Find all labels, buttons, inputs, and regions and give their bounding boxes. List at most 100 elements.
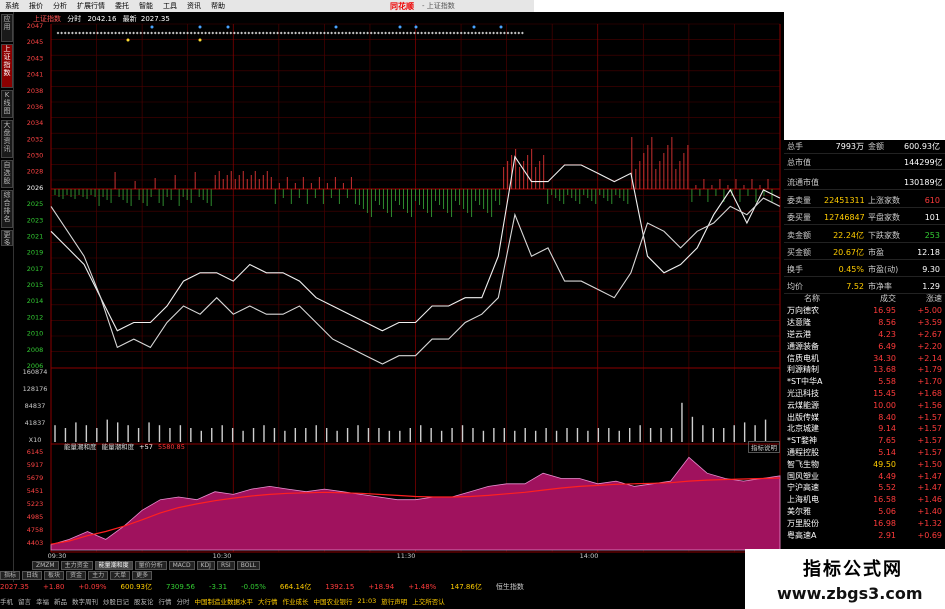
indicator-tab[interactable]: 主力资金 — [60, 561, 93, 570]
energy-tick: 5223 — [27, 500, 44, 508]
left-tab[interactable]: K线图 — [1, 90, 13, 118]
stock-row[interactable]: 万里股份 16.98 +1.32 — [784, 517, 945, 529]
info-k2: 市盈 — [868, 248, 884, 257]
status-item[interactable]: 手机 — [0, 596, 13, 606]
stock-row[interactable]: 云煤能源 10.00 +1.56 — [784, 399, 945, 411]
stock-change: +1.50 — [917, 459, 942, 469]
indicator-tab[interactable]: ZMZM — [32, 561, 59, 570]
stock-name: 上海机电 — [787, 495, 819, 505]
function-tab[interactable]: 更多 — [132, 571, 153, 580]
stock-price: 2.91 — [878, 530, 896, 540]
stock-row[interactable]: *ST中华A 5.58 +1.70 — [784, 376, 945, 388]
status-item: 大行情 — [258, 598, 278, 606]
stock-row[interactable]: 上海机电 16.58 +1.46 — [784, 494, 945, 506]
menu-item[interactable]: 报价 — [24, 1, 48, 11]
indicator-tab[interactable]: 量价分析 — [134, 561, 167, 570]
index-value: +0.09% — [78, 583, 107, 591]
stock-row[interactable]: 通源装备 6.49 +2.20 — [784, 340, 945, 352]
info-v: 0.45% — [838, 265, 864, 274]
col-name[interactable]: 名称 — [784, 293, 850, 304]
info-k2: 市净率 — [868, 282, 892, 291]
stock-row[interactable]: 国风塑业 4.49 +1.47 — [784, 470, 945, 482]
energy-tick: 6145 — [27, 448, 44, 456]
col-speed[interactable]: 涨速 — [896, 293, 942, 304]
index-value: 147.86亿 — [450, 583, 482, 591]
stock-row[interactable]: 智飞生物 49.50 +1.50 — [784, 458, 945, 470]
indicator-help-button[interactable]: 指标说明 — [748, 441, 780, 453]
left-tab[interactable]: 自选股 — [1, 160, 13, 188]
function-tab[interactable]: 日线 — [22, 571, 43, 580]
menu-item[interactable]: 工具 — [158, 1, 182, 11]
function-tab[interactable]: 资金 — [66, 571, 87, 580]
status-item[interactable]: 行情 — [159, 596, 172, 606]
menu-item[interactable]: 分析 — [48, 1, 72, 11]
marker — [126, 38, 130, 42]
status-item[interactable]: 新品 — [54, 596, 67, 606]
stock-row[interactable]: 万向德农 16.95 +5.00 — [784, 305, 945, 317]
stock-change: +1.57 — [917, 412, 942, 422]
stock-name: 美尔雅 — [787, 506, 811, 516]
left-tab[interactable]: 应用 — [1, 14, 13, 42]
status-item[interactable]: 分时 — [177, 596, 190, 606]
stock-row[interactable]: 美尔雅 5.06 +1.40 — [784, 506, 945, 518]
stock-row[interactable]: 粤高速A 2.91 +0.69 — [784, 529, 945, 541]
left-tab[interactable]: 大盘资讯 — [1, 120, 13, 158]
stock-row[interactable]: 达意隆 8.56 +3.59 — [784, 317, 945, 329]
status-item[interactable]: 炒股日记 — [103, 596, 129, 606]
indicator-tabs: ZMZM 主力资金 能量潮和度 量价分析 MACD KDJ RSI BOLL — [32, 561, 261, 570]
y-tick-left: 2041 — [27, 71, 44, 79]
left-tab[interactable]: 更多 — [1, 230, 13, 246]
stock-row[interactable]: 逆云港 4.23 +2.67 — [784, 329, 945, 341]
indicator-tab[interactable]: KDJ — [196, 561, 215, 570]
info-v: 7.52 — [846, 282, 864, 291]
index-value: +18.94 — [368, 583, 395, 591]
function-tab[interactable]: 板块 — [44, 571, 65, 580]
stock-change: +1.70 — [917, 377, 942, 387]
info-row: 卖金额 22.24亿 下跌家数 253 — [784, 229, 945, 243]
stock-row[interactable]: 出版传媒 8.40 +1.57 — [784, 411, 945, 423]
stock-row[interactable]: 利源精制 13.68 +1.79 — [784, 364, 945, 376]
stock-row[interactable]: 信质电机 34.30 +2.14 — [784, 352, 945, 364]
status-item[interactable]: 数字周刊 — [72, 596, 98, 606]
stock-price: 13.68 — [873, 365, 896, 375]
indicator-tab[interactable]: RSI — [216, 561, 235, 570]
stock-row[interactable]: 北京城建 9.14 +1.57 — [784, 423, 945, 435]
left-tab[interactable]: 综合排名 — [1, 190, 13, 228]
stock-price: 5.06 — [878, 506, 896, 516]
stock-change: +5.00 — [917, 306, 942, 316]
stock-change: +1.79 — [917, 365, 942, 375]
status-item[interactable]: 幸福 — [36, 596, 49, 606]
info-k: 流通市值 — [787, 178, 819, 187]
menu-item[interactable]: 系统 — [0, 1, 24, 11]
indicator-header: 能量潮和度 能量潮和度 +57 5580.85 — [64, 441, 185, 451]
indicator-tab[interactable]: 能量潮和度 — [94, 561, 133, 570]
latest-value: 2027.35 — [140, 15, 170, 23]
intraday-chart[interactable]: 2047204520432041203820362034203220302028… — [14, 12, 784, 558]
stock-row[interactable]: 通程控股 5.14 +1.57 — [784, 447, 945, 459]
menu-item[interactable]: 智能 — [134, 1, 158, 11]
function-tab[interactable]: 指标 — [0, 571, 21, 580]
menu-item[interactable]: 委托 — [110, 1, 134, 11]
stock-list-header: 名称 成交 涨速 — [784, 292, 945, 304]
info-row: 流通市值 130189亿 — [784, 176, 945, 190]
col-price[interactable]: 成交 — [850, 293, 896, 304]
index-value: 1392.15 — [325, 583, 355, 591]
menu-item[interactable]: 资讯 — [182, 1, 206, 11]
function-tab[interactable]: 大单 — [110, 571, 131, 580]
stock-price: 16.98 — [873, 518, 896, 528]
indicator-tab[interactable]: MACD — [168, 561, 195, 570]
marker — [334, 25, 338, 29]
stock-row[interactable]: 宁沪高速 5.52 +1.47 — [784, 482, 945, 494]
status-item[interactable]: 股友论 — [134, 596, 154, 606]
menu-item[interactable]: 扩展行情 — [72, 1, 110, 11]
function-tab[interactable]: 主力 — [88, 571, 109, 580]
menu-item[interactable]: 帮助 — [206, 1, 230, 11]
index-value: 2027.35 — [0, 583, 29, 591]
stock-row[interactable]: 光迅科技 15.45 +1.68 — [784, 388, 945, 400]
status-item[interactable]: 留言 — [18, 596, 31, 606]
info-v: 12746847 — [824, 213, 865, 222]
stock-name: 信质电机 — [787, 353, 819, 363]
left-tab[interactable]: 上证指数 — [1, 44, 13, 88]
stock-row[interactable]: *ST婺神 7.65 +1.57 — [784, 435, 945, 447]
indicator-tab[interactable]: BOLL — [236, 561, 261, 570]
